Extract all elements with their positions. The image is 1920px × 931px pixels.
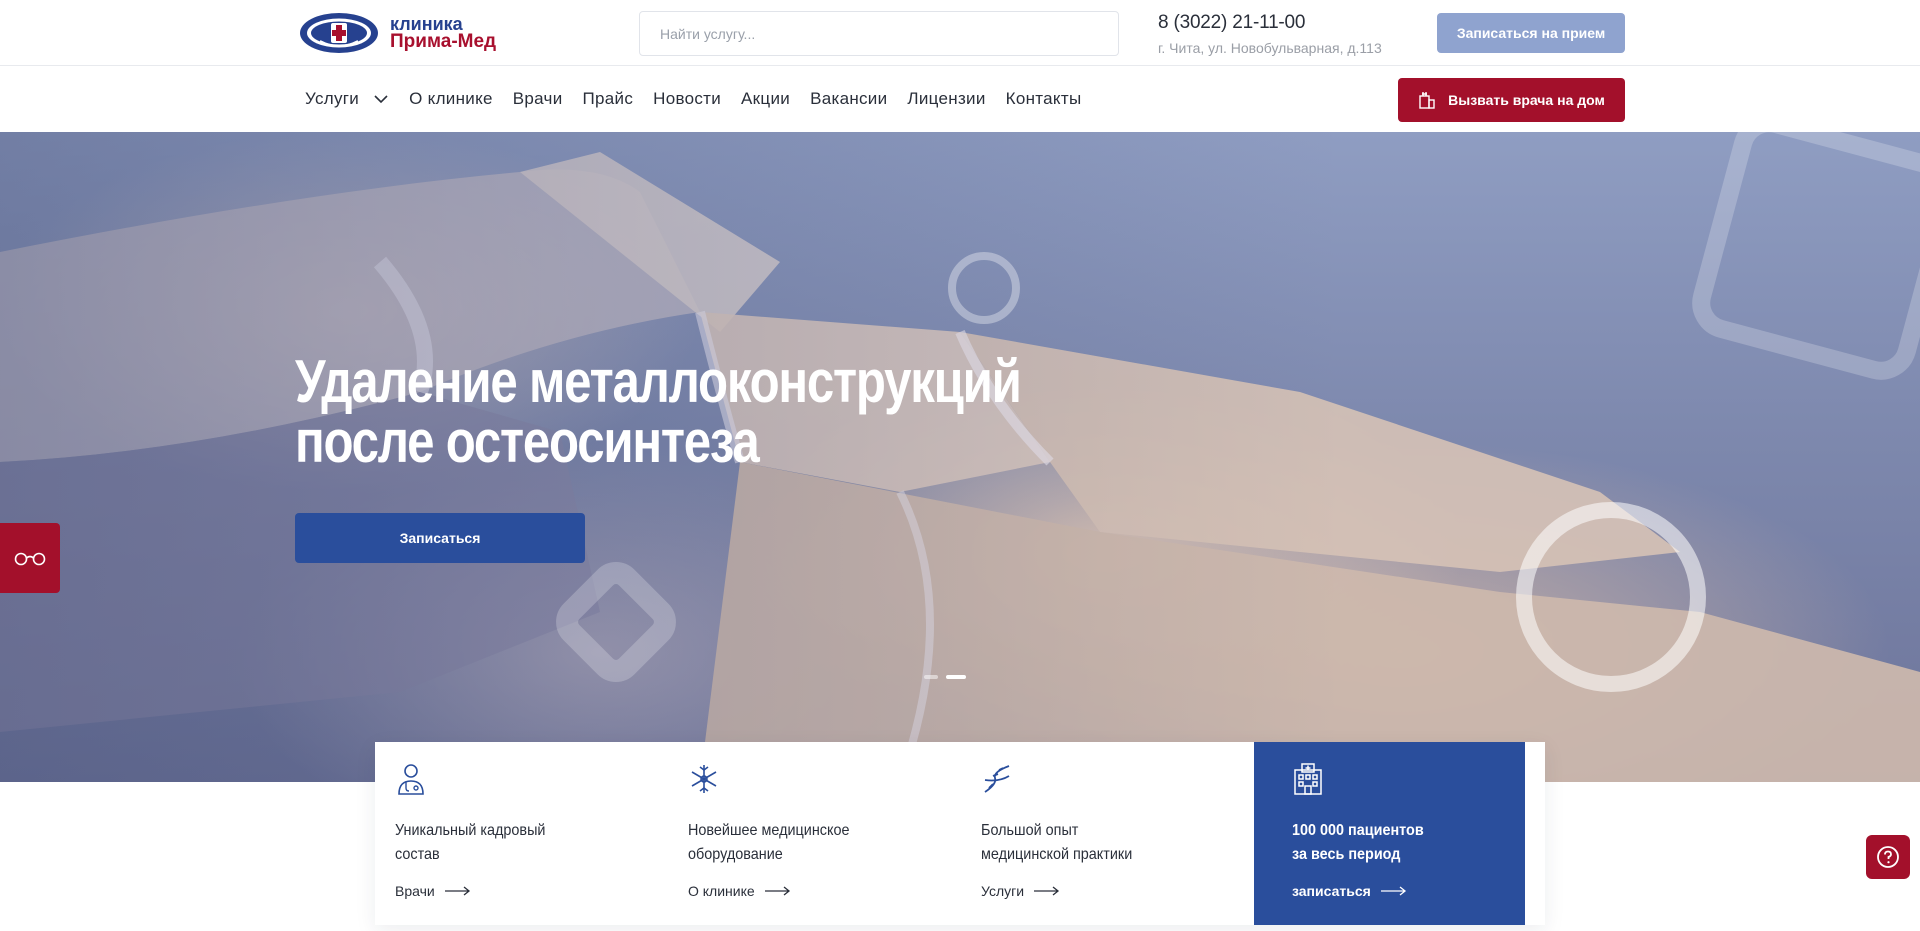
arrow-right-icon xyxy=(1380,886,1406,896)
hero-signup-button[interactable]: Записаться xyxy=(295,513,585,563)
nav-item-news[interactable]: Новости xyxy=(653,89,721,109)
feature-link-label: Врачи xyxy=(395,883,435,899)
feature-link-about[interactable]: О клинике xyxy=(688,883,791,899)
feature-title: 100 000 пациентов за весь период xyxy=(1292,819,1481,867)
page: клиника Прима-Мед 8 (3022) 21-11-00 г. Ч… xyxy=(0,0,1920,931)
hero-slider: Удаление металлоконструкций после остеос… xyxy=(0,132,1920,782)
feature-link-label: О клинике xyxy=(688,883,755,899)
logo-line2: Прима-Мед xyxy=(390,31,497,52)
nav-item-promotions[interactable]: Акции xyxy=(741,89,790,109)
feature-link-services[interactable]: Услуги xyxy=(981,883,1060,899)
hospital-icon xyxy=(1294,763,1322,795)
slider-dots xyxy=(924,675,974,679)
feature-title-line2: за весь период xyxy=(1292,846,1401,863)
features-panel: Уникальный кадровый состав Врачи Новейше… xyxy=(375,742,1545,925)
nav-item-licenses[interactable]: Лицензии xyxy=(907,89,985,109)
appointment-button[interactable]: Записаться на прием xyxy=(1437,13,1625,53)
chevron-down-icon[interactable] xyxy=(373,91,389,107)
dna-icon xyxy=(984,765,1010,793)
house-call-button[interactable]: Вызвать врача на дом xyxy=(1398,78,1625,122)
feature-title: Новейшее медицинское оборудование xyxy=(688,822,850,863)
feature-card-equipment: Новейшее медицинское оборудование О клин… xyxy=(668,742,961,925)
main-nav: Услуги О клинике Врачи Прайс Новости Акц… xyxy=(305,66,1101,132)
logo-emblem-icon xyxy=(300,13,378,53)
feature-title-line1: 100 000 пациентов xyxy=(1292,822,1424,839)
house-call-label: Вызвать врача на дом xyxy=(1448,92,1605,108)
search-box xyxy=(639,11,1119,56)
nav-bar: Услуги О клинике Врачи Прайс Новости Акц… xyxy=(0,66,1920,132)
search-input[interactable] xyxy=(640,12,1118,55)
hero-title-line2: после остеосинтеза xyxy=(295,408,760,475)
nav-item-about[interactable]: О клинике xyxy=(409,89,493,109)
decor-circle-small xyxy=(948,252,1020,324)
nav-item-services[interactable]: Услуги xyxy=(305,89,389,109)
feature-card-experience: Большой опыт медицинской практики Услуги xyxy=(961,742,1254,925)
glasses-icon xyxy=(14,552,46,566)
feature-title: Большой опыт медицинской практики xyxy=(981,822,1133,863)
nav-item-contacts[interactable]: Контакты xyxy=(1006,89,1082,109)
snowflake-icon xyxy=(691,765,717,793)
arrow-right-icon xyxy=(764,886,790,896)
phone-number[interactable]: 8 (3022) 21-11-00 xyxy=(1158,12,1305,34)
logo-text: клиника Прима-Мед xyxy=(390,15,496,51)
slider-dot-1[interactable] xyxy=(924,675,938,679)
feature-card-staff: Уникальный кадровый состав Врачи xyxy=(375,742,668,925)
feature-title: Уникальный кадровый состав xyxy=(395,822,546,863)
nav-item-label: Услуги xyxy=(305,89,360,108)
hero-title-line1: Удаление металлоконструкций xyxy=(295,348,1022,415)
question-icon xyxy=(1877,846,1899,868)
building-icon xyxy=(1419,92,1435,109)
feature-link-label: записаться xyxy=(1292,883,1371,899)
accessibility-button[interactable] xyxy=(0,523,60,593)
nav-item-vacancies[interactable]: Вакансии xyxy=(810,89,887,109)
hero-title: Удаление металлоконструкций после остеос… xyxy=(295,352,1033,472)
nav-item-price[interactable]: Прайс xyxy=(583,89,634,109)
arrow-right-icon xyxy=(444,886,470,896)
feature-card-patients: 100 000 пациентов за весь период записат… xyxy=(1254,742,1525,925)
slider-dot-2[interactable] xyxy=(946,675,966,679)
top-bar: клиника Прима-Мед 8 (3022) 21-11-00 г. Ч… xyxy=(0,0,1920,66)
decor-circle-large xyxy=(1516,502,1706,692)
arrow-right-icon xyxy=(1034,886,1060,896)
feature-link-doctors[interactable]: Врачи xyxy=(395,883,471,899)
clinic-address: г. Чита, ул. Новобульварная, д.113 xyxy=(1158,40,1382,56)
logo[interactable]: клиника Прима-Мед xyxy=(298,10,508,56)
nav-item-doctors[interactable]: Врачи xyxy=(513,89,563,109)
feature-link-label: Услуги xyxy=(981,883,1025,899)
help-button[interactable] xyxy=(1866,835,1910,879)
feature-link-signup[interactable]: записаться xyxy=(1292,883,1407,899)
doctor-icon xyxy=(398,764,424,795)
